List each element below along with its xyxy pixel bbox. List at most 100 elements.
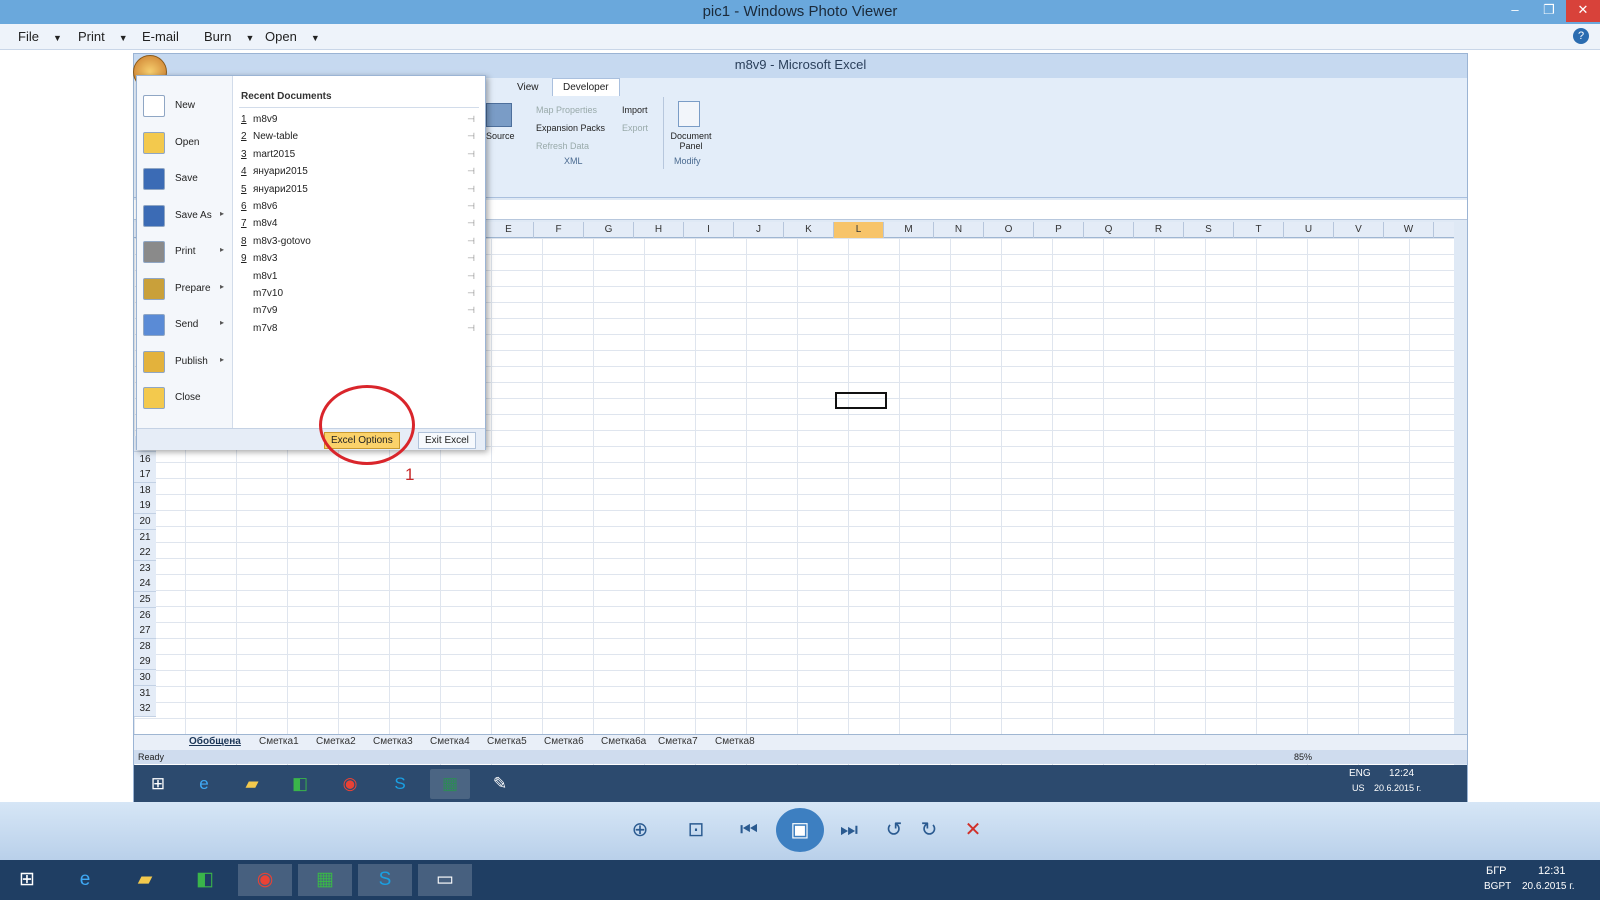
- row-header-29[interactable]: 29: [134, 654, 156, 671]
- office-menu-save[interactable]: Save: [137, 163, 233, 197]
- recent-document-item[interactable]: 6 m8v6 ⊣: [241, 201, 479, 212]
- tray-time[interactable]: 12:31: [1538, 865, 1566, 877]
- column-header-j[interactable]: J: [734, 222, 784, 238]
- exit-excel-button[interactable]: Exit Excel: [418, 432, 476, 449]
- import-button[interactable]: Import: [622, 105, 648, 115]
- excel-icon[interactable]: ▦: [298, 864, 352, 896]
- document-panel-button[interactable]: Document Panel: [666, 131, 716, 151]
- column-header-q[interactable]: Q: [1084, 222, 1134, 238]
- slideshow-icon[interactable]: ▣: [776, 808, 824, 852]
- export-button[interactable]: Export: [622, 123, 648, 133]
- help-icon[interactable]: ?: [1573, 28, 1589, 44]
- column-header-g[interactable]: G: [584, 222, 634, 238]
- row-header-19[interactable]: 19: [134, 498, 156, 515]
- sheet-tab-4[interactable]: Сметка4: [430, 736, 470, 747]
- store-icon[interactable]: ◧: [178, 864, 232, 896]
- recent-document-item[interactable]: 2 New-table ⊣: [241, 131, 479, 142]
- pin-icon[interactable]: ⊣: [467, 149, 475, 160]
- sheet-tab-6[interactable]: Сметка6: [544, 736, 584, 747]
- row-header-32[interactable]: 32: [134, 701, 156, 718]
- column-header-h[interactable]: H: [634, 222, 684, 238]
- recent-document-item[interactable]: 5 януари2015 ⊣: [241, 184, 479, 195]
- recent-document-item[interactable]: 8 m8v3-gotovo ⊣: [241, 236, 479, 247]
- pin-icon[interactable]: ⊣: [467, 323, 475, 334]
- row-header-27[interactable]: 27: [134, 623, 156, 640]
- column-header-t[interactable]: T: [1234, 222, 1284, 238]
- office-menu-open[interactable]: Open: [137, 127, 233, 161]
- office-menu-close[interactable]: Close: [137, 382, 233, 416]
- sheet-tab-5[interactable]: Сметка5: [487, 736, 527, 747]
- zoom-icon[interactable]: ⊕: [620, 814, 660, 846]
- row-header-25[interactable]: 25: [134, 592, 156, 608]
- row-header-22[interactable]: 22: [134, 545, 156, 562]
- tab-developer[interactable]: Developer: [552, 78, 620, 96]
- row-header-28[interactable]: 28: [134, 638, 156, 655]
- office-menu-publish[interactable]: Publish ▸: [137, 346, 233, 380]
- pin-icon[interactable]: ⊣: [467, 166, 475, 177]
- rotate-left-icon[interactable]: ↺: [879, 814, 909, 846]
- column-header-k[interactable]: K: [784, 222, 834, 238]
- ie-icon[interactable]: e: [58, 864, 112, 896]
- sheet-tab-0[interactable]: Обобщена: [189, 736, 241, 747]
- row-header-30[interactable]: 30: [134, 670, 156, 686]
- pin-icon[interactable]: ⊣: [467, 218, 475, 229]
- close-button[interactable]: ✕: [1566, 0, 1600, 22]
- column-header-v[interactable]: V: [1334, 222, 1384, 238]
- office-menu-send[interactable]: Send ▸: [137, 309, 233, 343]
- recent-document-item[interactable]: m7v10 ⊣: [241, 288, 479, 299]
- sheet-tab-9[interactable]: Сметка8: [715, 736, 755, 747]
- sheet-tab-8[interactable]: Сметка7: [658, 736, 698, 747]
- skype-icon[interactable]: S: [358, 864, 412, 896]
- pin-icon[interactable]: ⊣: [467, 305, 475, 316]
- chrome-icon[interactable]: ◉: [238, 864, 292, 896]
- tray-lang-sub[interactable]: BGPT: [1484, 881, 1511, 892]
- previous-icon[interactable]: ⏮: [727, 814, 771, 846]
- column-header-f[interactable]: F: [534, 222, 584, 238]
- column-header-p[interactable]: P: [1034, 222, 1084, 238]
- column-header-m[interactable]: M: [884, 222, 934, 238]
- restore-button[interactable]: ❐: [1532, 0, 1566, 22]
- menu-burn[interactable]: Burn ▼: [204, 29, 254, 44]
- sheet-tab-1[interactable]: Сметка1: [259, 736, 299, 747]
- photo-viewer-icon[interactable]: ▭: [418, 864, 472, 896]
- pin-icon[interactable]: ⊣: [467, 288, 475, 299]
- row-header-21[interactable]: 21: [134, 529, 156, 546]
- column-header-r[interactable]: R: [1134, 222, 1184, 238]
- column-header-l[interactable]: L: [834, 222, 884, 238]
- sheet-tab-7[interactable]: Сметка6а: [601, 736, 646, 747]
- rotate-right-icon[interactable]: ↻: [914, 814, 944, 846]
- row-header-20[interactable]: 20: [134, 514, 156, 530]
- active-cell[interactable]: [835, 392, 887, 409]
- actual-size-icon[interactable]: ⊡: [676, 814, 716, 846]
- column-header-i[interactable]: I: [684, 222, 734, 238]
- column-header-u[interactable]: U: [1284, 222, 1334, 238]
- row-header-31[interactable]: 31: [134, 685, 156, 702]
- office-menu-prepare[interactable]: Prepare ▸: [137, 273, 233, 307]
- menu-open[interactable]: Open ▼: [265, 29, 320, 44]
- pin-icon[interactable]: ⊣: [467, 236, 475, 247]
- expansion-packs[interactable]: Expansion Packs: [536, 123, 605, 133]
- refresh-data[interactable]: Refresh Data: [536, 141, 589, 151]
- row-header-17[interactable]: 17: [134, 467, 156, 484]
- recent-document-item[interactable]: 9 m8v3 ⊣: [241, 253, 479, 264]
- menu-print[interactable]: Print ▼: [78, 29, 128, 44]
- sheet-tab-2[interactable]: Сметка2: [316, 736, 356, 747]
- map-properties[interactable]: Map Properties: [536, 105, 597, 115]
- tray-lang[interactable]: БГР: [1486, 865, 1507, 877]
- tab-view[interactable]: View: [517, 82, 539, 93]
- row-header-26[interactable]: 26: [134, 607, 156, 624]
- row-header-16[interactable]: 16: [134, 451, 156, 468]
- recent-document-item[interactable]: 1 m8v9 ⊣: [241, 114, 479, 125]
- recent-document-item[interactable]: 4 януари2015 ⊣: [241, 166, 479, 177]
- explorer-icon[interactable]: ▰: [118, 864, 172, 896]
- next-icon[interactable]: ⏭: [827, 814, 871, 846]
- column-header-s[interactable]: S: [1184, 222, 1234, 238]
- minimize-button[interactable]: –: [1498, 0, 1532, 22]
- tray-date[interactable]: 20.6.2015 г.: [1522, 881, 1574, 892]
- column-header-e[interactable]: E: [484, 222, 534, 238]
- pin-icon[interactable]: ⊣: [467, 271, 475, 282]
- recent-document-item[interactable]: m8v1 ⊣: [241, 271, 479, 282]
- pin-icon[interactable]: ⊣: [467, 253, 475, 264]
- recent-document-item[interactable]: 3 mart2015 ⊣: [241, 149, 479, 160]
- pin-icon[interactable]: ⊣: [467, 184, 475, 195]
